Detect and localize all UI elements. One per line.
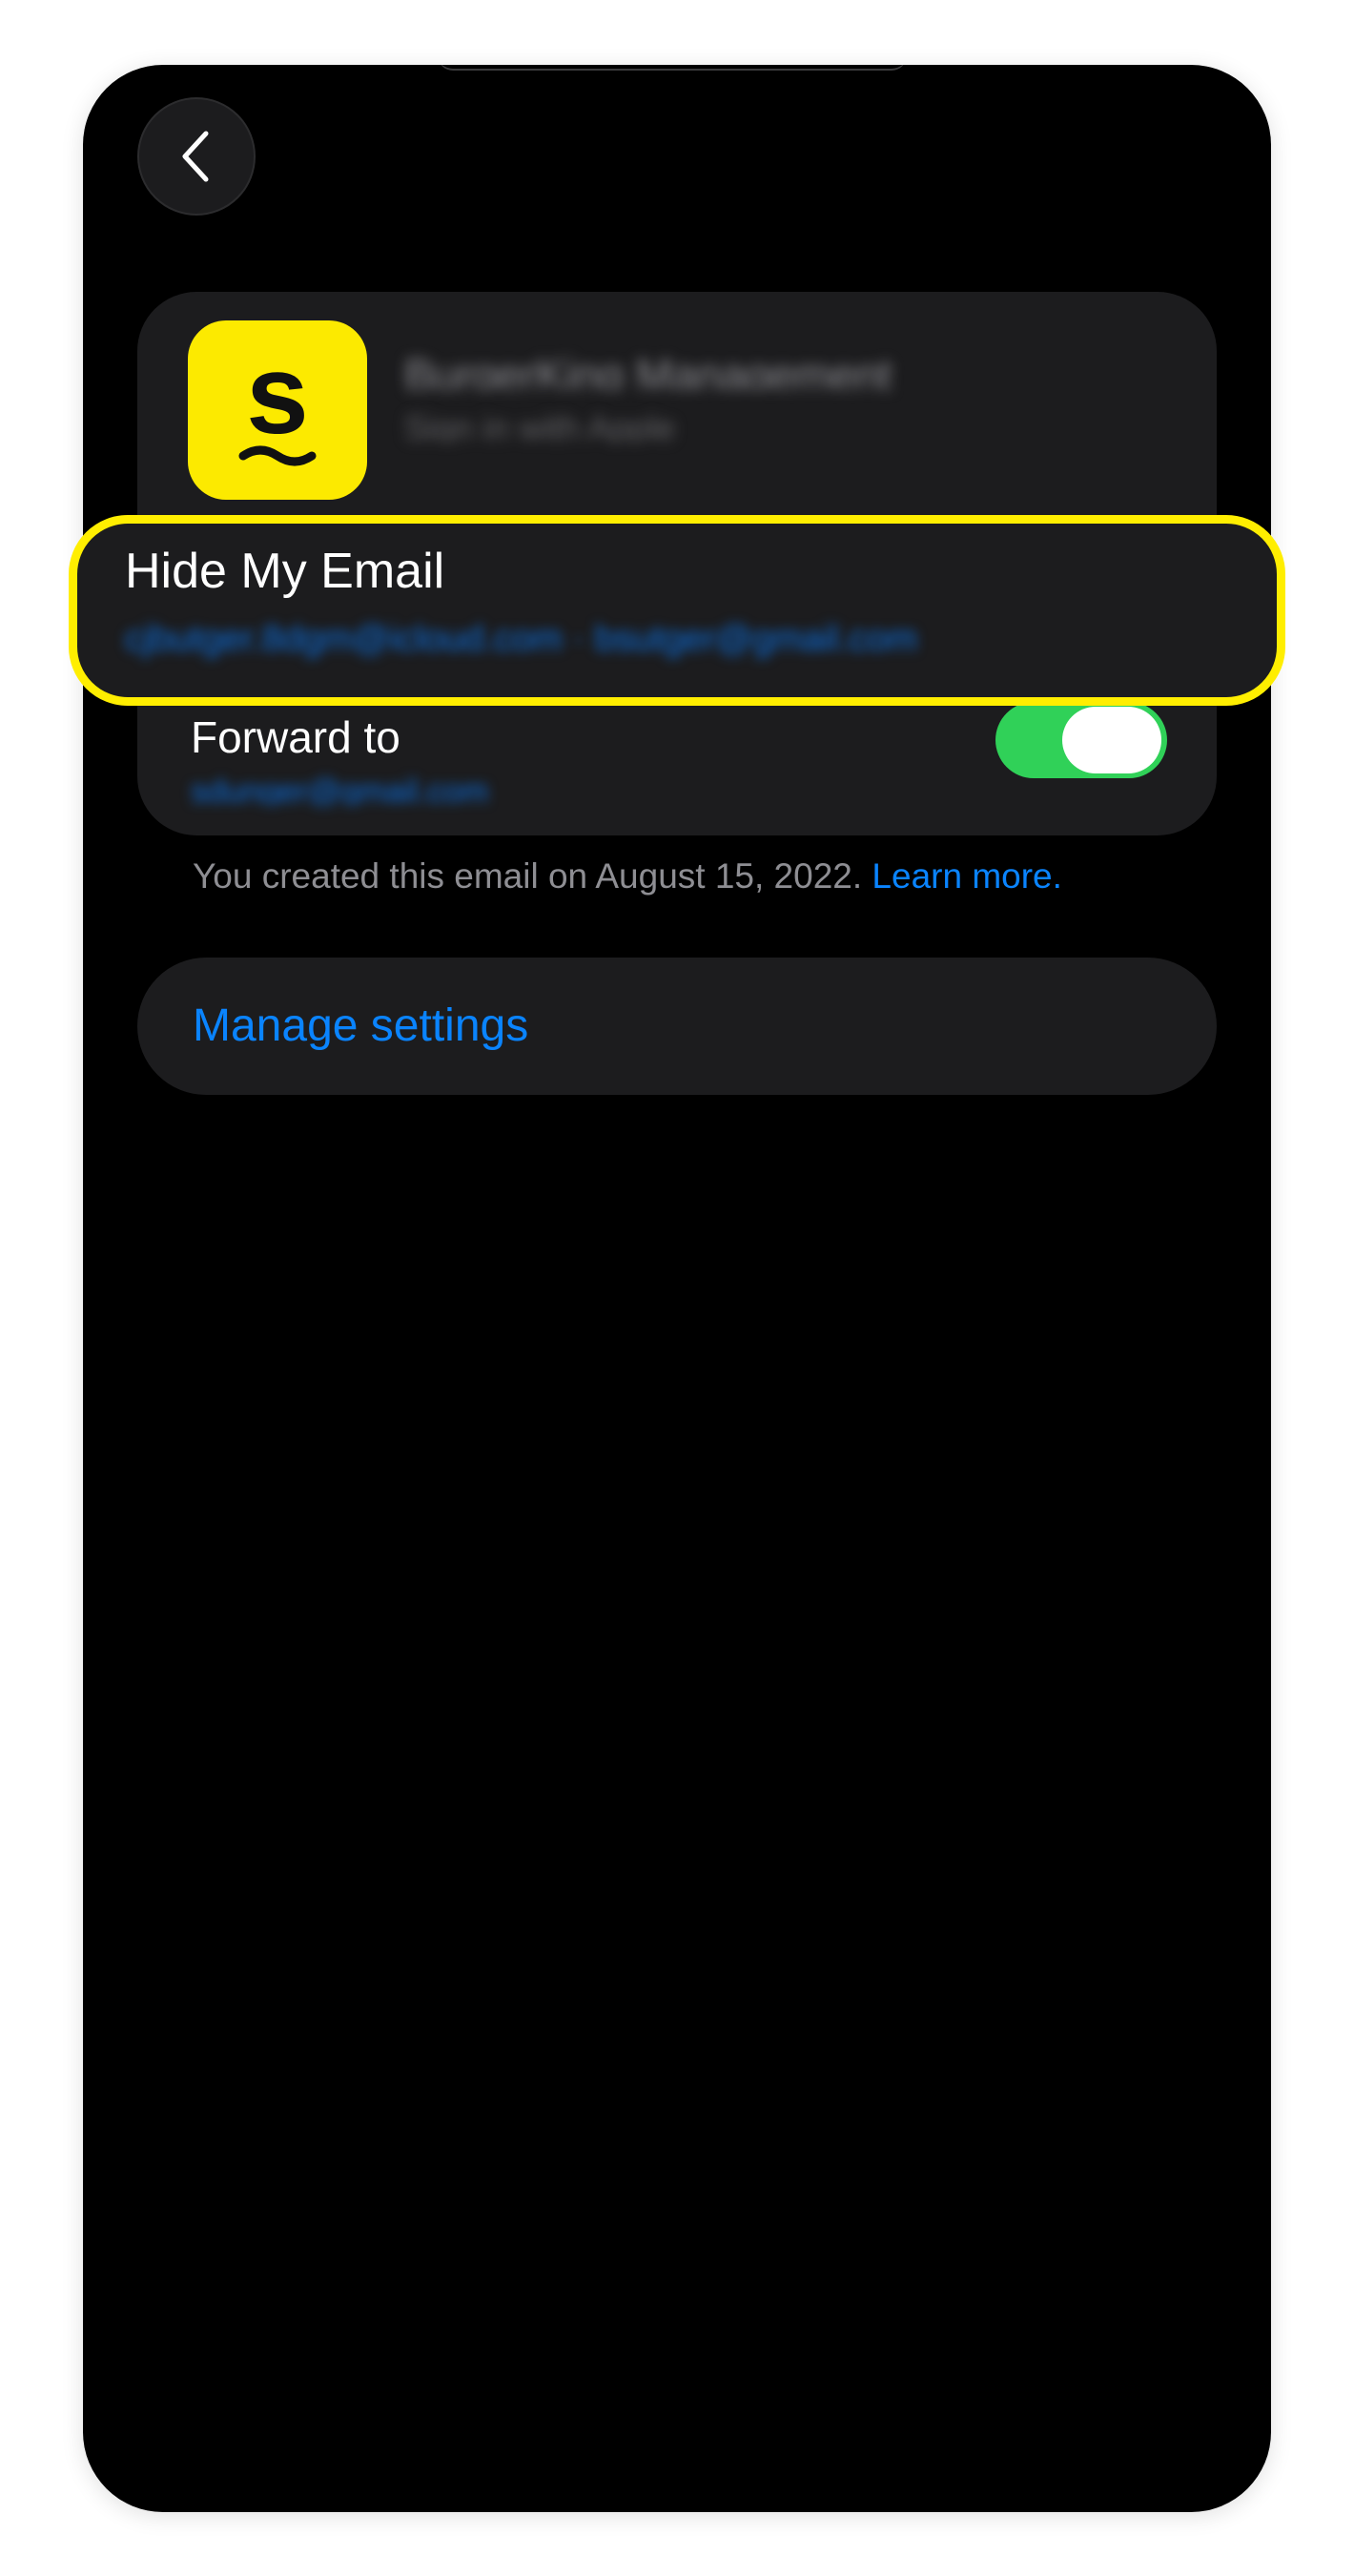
creation-note-text: You created this email on August 15, 202… [193, 856, 863, 896]
chevron-left-icon [182, 131, 209, 182]
phone-screen: s BurgerKing Management Sign in with App… [83, 65, 1271, 2512]
hide-my-email-title: Hide My Email [125, 544, 445, 599]
hide-my-email-row[interactable]: Hide My Email cjbutger.8dgm@icloud.com ·… [69, 515, 1285, 706]
forward-email: sdunger@gmail.com [191, 773, 489, 806]
creation-note: You created this email on August 15, 202… [193, 856, 1062, 896]
app-subtitle: Sign in with Apple [404, 408, 676, 443]
app-name: BurgerKing Management [404, 350, 892, 389]
app-icon: s [188, 320, 367, 500]
forward-toggle[interactable] [995, 702, 1167, 778]
forward-to-label: Forward to [191, 712, 400, 762]
manage-settings-button[interactable]: Manage settings [137, 958, 1217, 1095]
back-button[interactable] [137, 97, 256, 216]
dynamic-island [438, 65, 907, 71]
learn-more-link[interactable]: Learn more. [872, 856, 1062, 896]
svg-text:s: s [246, 332, 309, 458]
app-logo-icon: s [238, 332, 317, 466]
manage-settings-label: Manage settings [193, 1000, 529, 1051]
hide-my-email-address: cjbutger.8dgm@icloud.com · bsutger@gmail… [125, 619, 918, 659]
toggle-knob [1062, 707, 1161, 773]
